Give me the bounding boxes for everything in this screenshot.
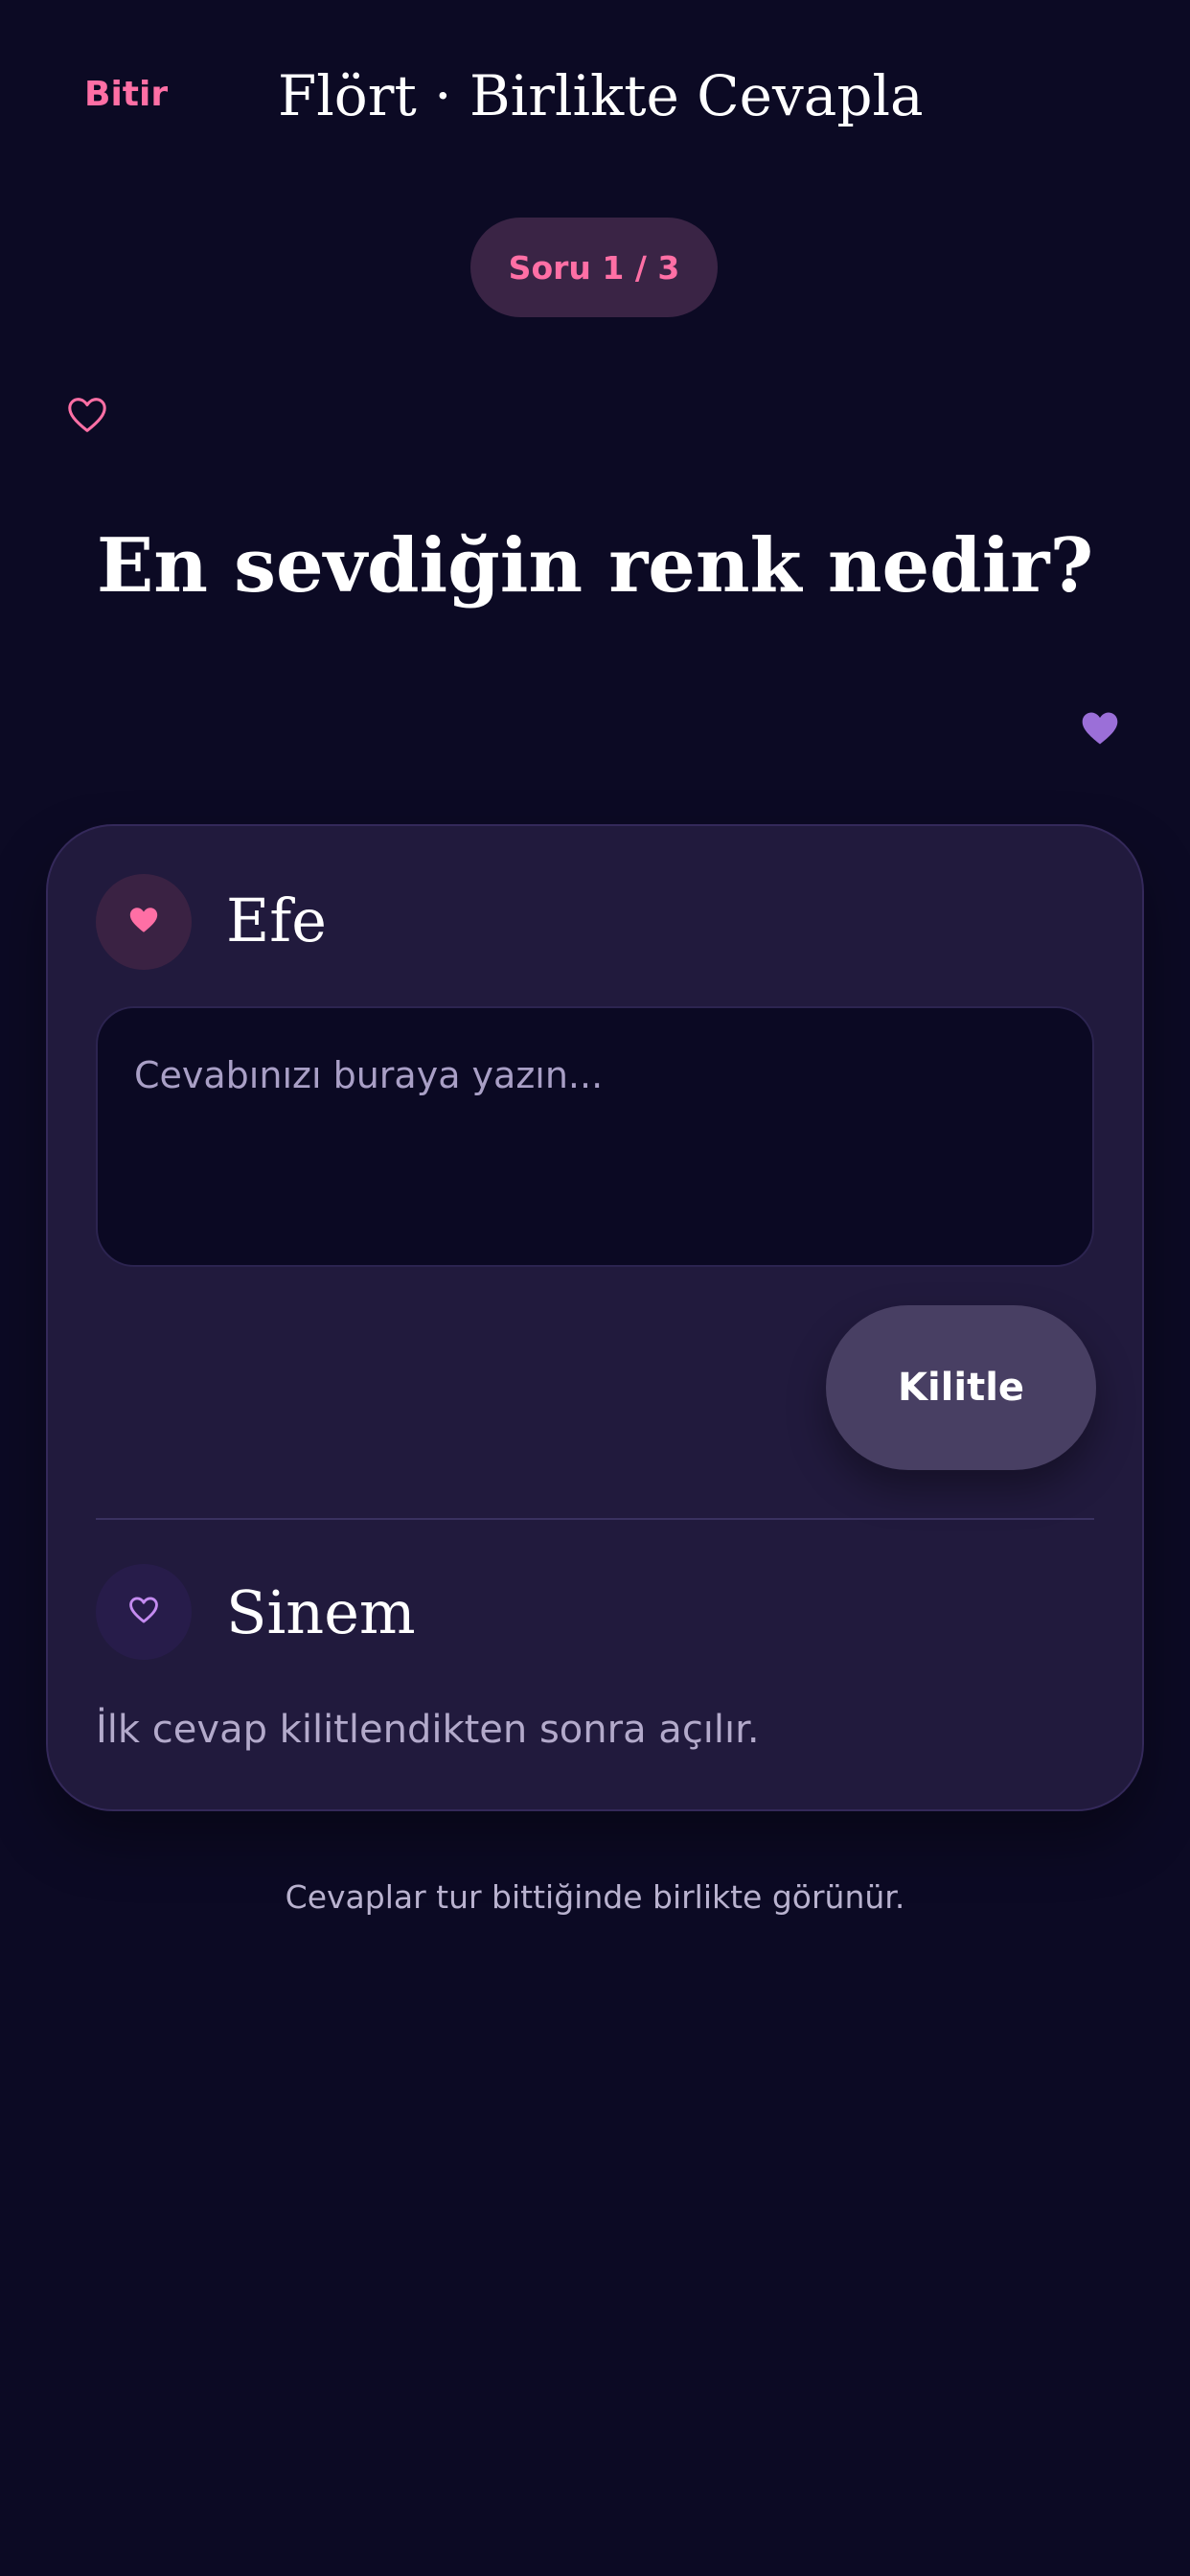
finish-button[interactable]: Bitir (84, 75, 168, 114)
player-avatar-sinem (96, 1564, 192, 1660)
top-bar: Bitir Flört · Birlikte Cevapla (0, 58, 1190, 134)
answer-together-screen: Bitir Flört · Birlikte Cevapla Soru 1 / … (0, 0, 1190, 2576)
heart-filled-icon (127, 904, 160, 940)
answer-input[interactable] (96, 1006, 1094, 1267)
heart-outline-icon (127, 1594, 160, 1630)
answers-card: Efe Kilitle Sinem İlk cevap kilitlendikt… (46, 824, 1144, 1811)
heart-outline-icon (65, 393, 109, 437)
lock-answer-button[interactable]: Kilitle (826, 1305, 1096, 1470)
divider (96, 1518, 1094, 1520)
page-title: Flört · Birlikte Cevapla (278, 63, 924, 128)
player-name-sinem: Sinem (226, 1577, 416, 1647)
heart-filled-icon (1079, 707, 1121, 749)
player-name-efe: Efe (226, 886, 327, 955)
locked-waiting-text: İlk cevap kilitlendikten sonra açılır. (96, 1708, 760, 1752)
player-avatar-efe (96, 874, 192, 970)
footer-note: Cevaplar tur bittiğinde birlikte görünür… (285, 1878, 905, 1916)
question-progress-badge: Soru 1 / 3 (470, 218, 718, 317)
question-text: En sevdiğin renk nedir? (96, 522, 1094, 610)
